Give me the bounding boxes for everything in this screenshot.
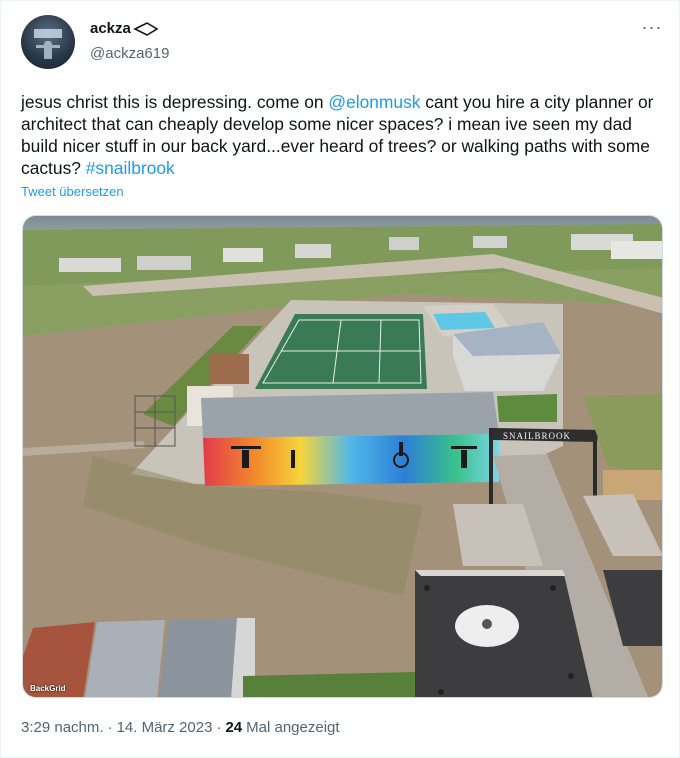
tweet-media-photo[interactable]: SNAILBROOK BackGrid (22, 215, 663, 698)
tweet-text-part1: jesus christ this is depressing. come on (21, 92, 329, 112)
tweet-text: jesus christ this is depressing. come on… (21, 91, 666, 179)
arrowhead-emoji-icon (133, 21, 159, 36)
meta-separator: · (107, 719, 113, 736)
tweet-time[interactable]: 3:29 nachm. (21, 719, 104, 736)
meta-separator: · (216, 719, 222, 736)
avatar-logo-shape (34, 29, 62, 38)
tweet-meta: 3:29 nachm. · 14. März 2023 · 24 Mal ang… (21, 719, 340, 736)
display-name-text: ackza (90, 20, 131, 37)
mention-link[interactable]: @elonmusk (328, 92, 420, 112)
media-credit: BackGrid (30, 684, 66, 693)
user-avatar[interactable] (21, 15, 75, 69)
views-label: Mal angezeigt (246, 719, 340, 736)
hashtag-link[interactable]: #snailbrook (86, 158, 175, 178)
user-handle[interactable]: @ackza619 (90, 45, 169, 62)
more-options-icon[interactable]: ··· (641, 18, 663, 39)
display-name[interactable]: ackza (90, 20, 159, 37)
tweet-card: ackza @ackza619 ··· jesus christ this is… (0, 0, 680, 758)
aerial-photo-illustration: SNAILBROOK (23, 216, 662, 697)
views-count: 24 (225, 719, 243, 736)
gate-sign-text: SNAILBROOK (503, 431, 571, 441)
tweet-date[interactable]: 14. März 2023 (117, 719, 213, 736)
translate-tweet-link[interactable]: Tweet übersetzen (21, 184, 124, 199)
avatar-figure-shape (44, 41, 52, 59)
